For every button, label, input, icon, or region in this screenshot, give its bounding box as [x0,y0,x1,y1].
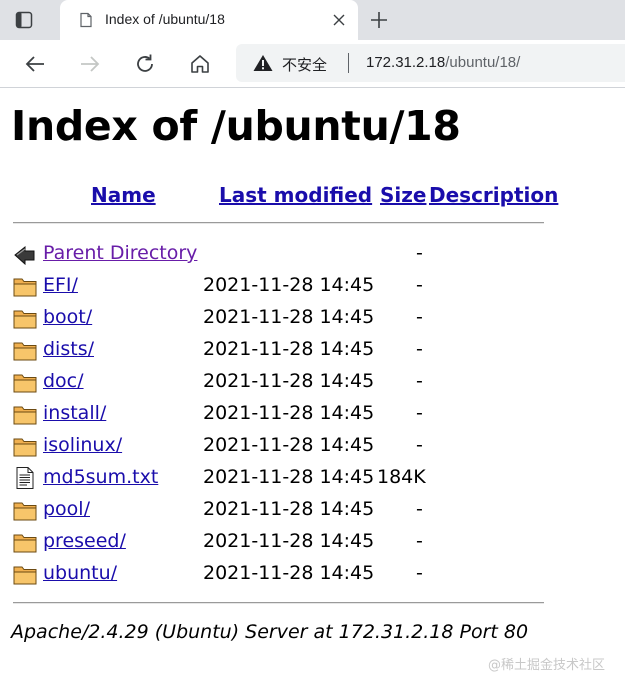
url-host: 172.31.2.18 [366,54,446,71]
entry-link[interactable]: EFI/ [43,274,78,296]
home-button[interactable] [186,50,214,78]
column-header-last-modified[interactable]: Last modified [219,183,372,207]
table-row: ubuntu/2021-11-28 14:45 - [0,560,625,590]
column-header-description[interactable]: Description [429,183,558,207]
entry-modified: 2021-11-28 14:45 [203,338,375,360]
reload-button[interactable] [131,50,159,78]
entry-modified: 2021-11-28 14:45 [203,562,375,584]
active-tab[interactable]: Index of /ubuntu/18 [60,0,358,40]
entry-size: - [416,242,423,264]
folder-icon [13,275,37,297]
entry-modified: 2021-11-28 14:45 [203,466,375,488]
page-title: Index of /ubuntu/18 [11,102,461,150]
entry-modified: 2021-11-28 14:45 [203,498,375,520]
tab-strip: Index of /ubuntu/18 [0,0,625,40]
folder-icon [13,371,37,393]
url-text[interactable]: 172.31.2.18/ubuntu/18/ [366,54,520,71]
tab-actions-menu-button[interactable] [11,7,37,33]
column-header-size[interactable]: Size [380,183,426,207]
entry-modified: 2021-11-28 14:45 [203,306,375,328]
entry-link[interactable]: dists/ [43,338,94,360]
entry-size: - [416,402,423,424]
entry-link[interactable]: ubuntu/ [43,562,117,584]
entry-modified: 2021-11-28 14:45 [203,434,375,456]
table-row: install/2021-11-28 14:45 - [0,400,625,430]
folder-icon [13,563,37,585]
entry-link[interactable]: pool/ [43,498,90,520]
plus-icon [371,12,387,28]
entry-size: - [416,562,423,584]
forward-button[interactable] [76,50,104,78]
server-signature: Apache/2.4.29 (Ubuntu) Server at 172.31.… [11,621,529,643]
forward-arrow-icon [81,56,100,72]
table-row: preseed/2021-11-28 14:45 - [0,528,625,558]
footer-divider [13,602,544,604]
address-bar[interactable]: 不安全 172.31.2.18/ubuntu/18/ [236,44,625,82]
entry-link[interactable]: md5sum.txt [43,466,158,488]
home-icon [191,55,209,73]
not-secure-label[interactable]: 不安全 [282,54,327,75]
folder-icon [13,403,37,425]
entry-link[interactable]: doc/ [43,370,84,392]
folder-icon [13,339,37,361]
entry-modified: 2021-11-28 14:45 [203,370,375,392]
table-row: md5sum.txt 2021-11-28 14:45 184K [0,464,625,494]
table-row: isolinux/2021-11-28 14:45 - [0,432,625,462]
table-row: EFI/2021-11-28 14:45 - [0,272,625,302]
entry-link[interactable]: preseed/ [43,530,126,552]
entry-size: - [416,530,423,552]
page-icon [80,12,92,28]
folder-icon [13,499,37,521]
tab-title: Index of /ubuntu/18 [105,11,225,27]
folder-icon [13,435,37,457]
entry-size: - [416,370,423,392]
entry-size: - [416,306,423,328]
text-file-icon [13,467,37,489]
new-tab-button[interactable] [366,7,392,33]
table-row: dists/2021-11-28 14:45 - [0,336,625,366]
parent-directory-row: Parent Directory - [0,240,625,270]
entry-size: - [416,498,423,520]
page-content: Index of /ubuntu/18 Name Last modified S… [0,88,625,690]
reload-icon [137,54,153,72]
entry-modified: 2021-11-28 14:45 [203,530,375,552]
table-row: pool/2021-11-28 14:45 - [0,496,625,526]
entry-link[interactable]: isolinux/ [43,434,122,456]
warning-icon[interactable] [253,54,273,72]
tab-actions-icon [15,11,33,29]
entry-size: - [416,338,423,360]
table-row: boot/2021-11-28 14:45 - [0,304,625,334]
entry-size: - [416,274,423,296]
column-header-name[interactable]: Name [91,183,156,207]
browser-toolbar: 不安全 172.31.2.18/ubuntu/18/ [0,40,625,88]
table-row: doc/2021-11-28 14:45 - [0,368,625,398]
folder-icon [13,307,37,329]
parent-directory-link[interactable]: Parent Directory [43,242,197,264]
entry-size: - [416,434,423,456]
back-button[interactable] [21,50,49,78]
entry-link[interactable]: install/ [43,402,106,424]
url-path: /ubuntu/18/ [445,54,521,71]
entry-link[interactable]: boot/ [43,306,92,328]
close-icon [333,14,345,26]
folder-icon [13,531,37,553]
back-icon [13,243,37,266]
watermark: @稀土掘金技术社区 [488,658,606,673]
header-divider [13,222,544,224]
close-tab-button[interactable] [330,11,348,29]
entry-size: 184K [377,466,426,488]
entry-modified: 2021-11-28 14:45 [203,402,375,424]
entry-modified: 2021-11-28 14:45 [203,274,375,296]
address-separator [348,53,349,73]
back-arrow-icon [25,56,44,72]
